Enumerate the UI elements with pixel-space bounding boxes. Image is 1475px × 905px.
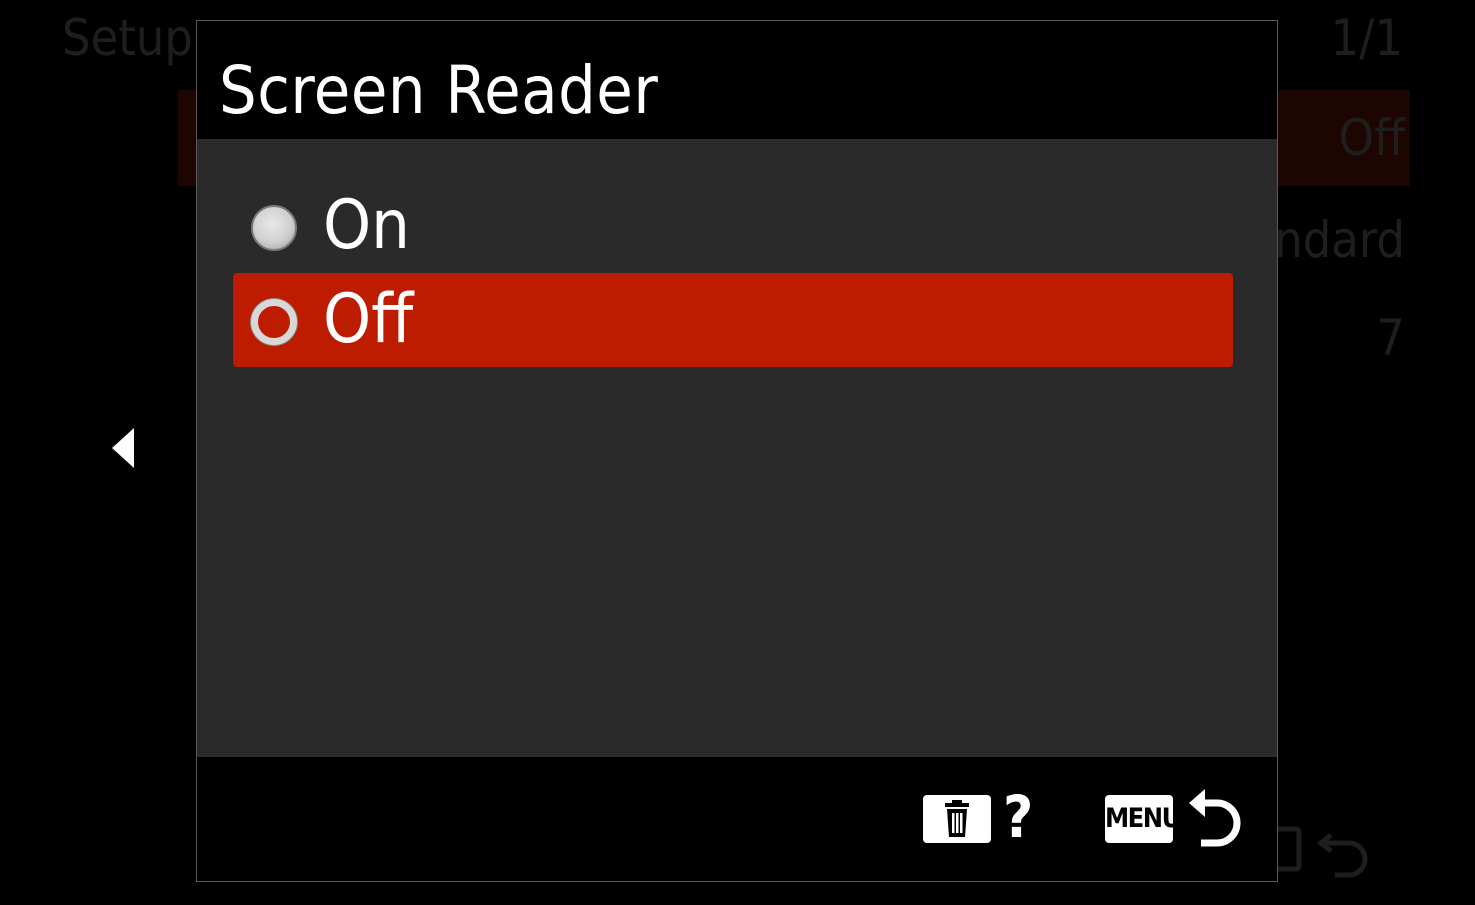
radio-unchecked-icon — [251, 205, 297, 251]
trash-icon — [945, 800, 969, 837]
option-label: On — [323, 186, 410, 265]
menu-key[interactable]: MENU — [1105, 795, 1173, 843]
help-icon[interactable]: ? — [1003, 785, 1033, 849]
return-arrow-icon[interactable] — [1183, 785, 1243, 849]
background-row-value: ndard — [1274, 211, 1405, 269]
screen-reader-dialog: Screen Reader On Off ? MENU — [196, 20, 1278, 882]
background-page-indicator: 1/1 — [1330, 9, 1403, 67]
background-row-value: 7 — [1376, 309, 1405, 367]
background-footer-icons — [1269, 826, 1368, 878]
option-on[interactable]: On — [233, 179, 1233, 273]
dialog-footer: ? MENU — [197, 757, 1277, 881]
left-arrow-icon[interactable] — [112, 428, 134, 468]
background-menu-title: Setup — [62, 9, 193, 67]
background-row-value: Off — [1338, 109, 1405, 167]
radio-checked-icon — [251, 299, 297, 345]
delete-key[interactable] — [923, 795, 991, 843]
dialog-title: Screen Reader — [219, 52, 659, 129]
option-off[interactable]: Off — [233, 273, 1233, 367]
option-label: Off — [323, 280, 414, 359]
option-list: On Off — [233, 179, 1233, 367]
camera-screen: Setup 1/1 Off ndard 7 Screen Reader On O… — [0, 0, 1475, 905]
dialog-header: Screen Reader — [197, 21, 1277, 139]
